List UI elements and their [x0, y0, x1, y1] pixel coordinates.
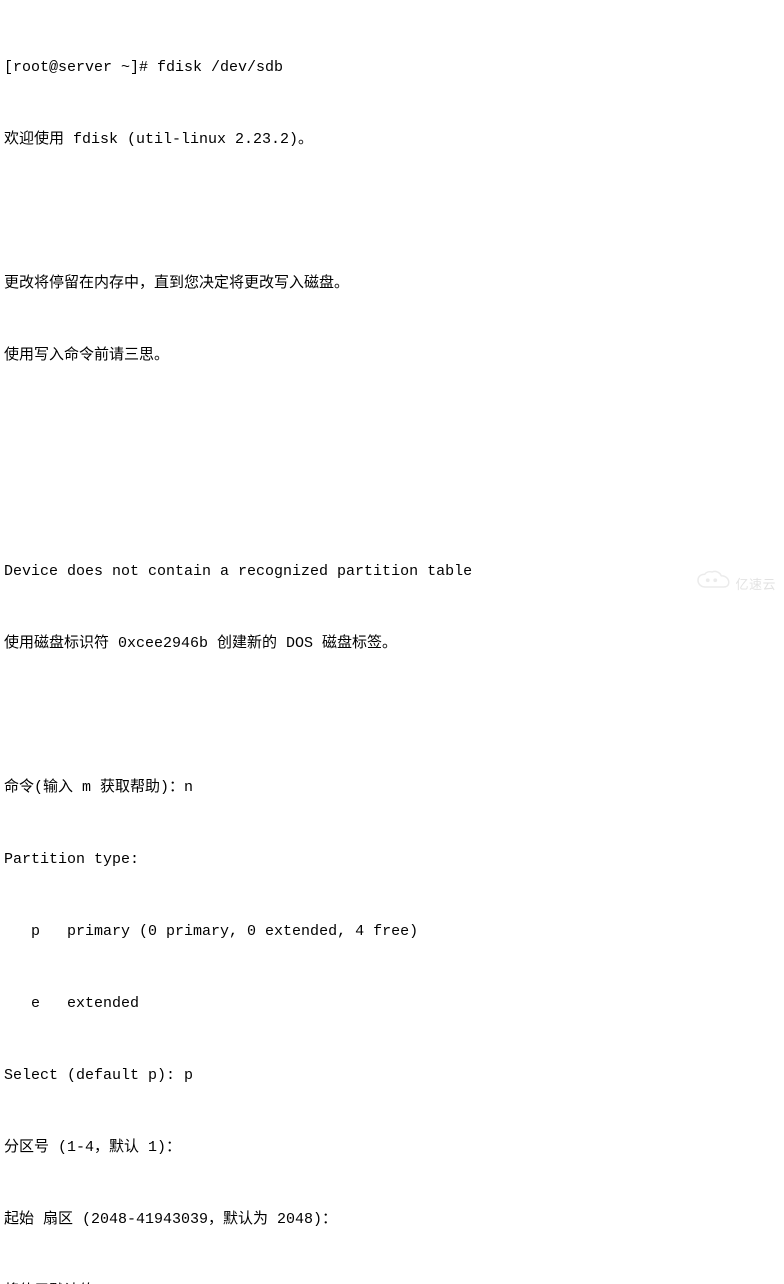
terminal-line: [4, 200, 780, 224]
watermark: 亿速云: [695, 570, 776, 600]
terminal-line: Select (default p): p: [4, 1064, 780, 1088]
terminal-output: [root@server ~]# fdisk /dev/sdb 欢迎使用 fdi…: [4, 8, 780, 1284]
terminal-line: 将使用默认值 2048: [4, 1280, 780, 1284]
cloud-icon: [695, 570, 731, 600]
terminal-line: Device does not contain a recognized par…: [4, 560, 780, 584]
terminal-line: 欢迎使用 fdisk (util-linux 2.23.2)。: [4, 128, 780, 152]
terminal-line: 更改将停留在内存中，直到您决定将更改写入磁盘。: [4, 272, 780, 296]
terminal-line: p primary (0 primary, 0 extended, 4 free…: [4, 920, 780, 944]
terminal-line: 使用写入命令前请三思。: [4, 344, 780, 368]
watermark-text: 亿速云: [735, 575, 776, 596]
terminal-line: [4, 488, 780, 512]
terminal-line: [4, 704, 780, 728]
terminal-line: 使用磁盘标识符 0xcee2946b 创建新的 DOS 磁盘标签。: [4, 632, 780, 656]
terminal-line: e extended: [4, 992, 780, 1016]
terminal-line: [4, 416, 780, 440]
terminal-line: Partition type:: [4, 848, 780, 872]
terminal-line: 起始 扇区 (2048-41943039，默认为 2048)：: [4, 1208, 780, 1232]
terminal-line: 分区号 (1-4，默认 1)：: [4, 1136, 780, 1160]
terminal-line: [root@server ~]# fdisk /dev/sdb: [4, 56, 780, 80]
terminal-line: 命令(输入 m 获取帮助)：n: [4, 776, 780, 800]
